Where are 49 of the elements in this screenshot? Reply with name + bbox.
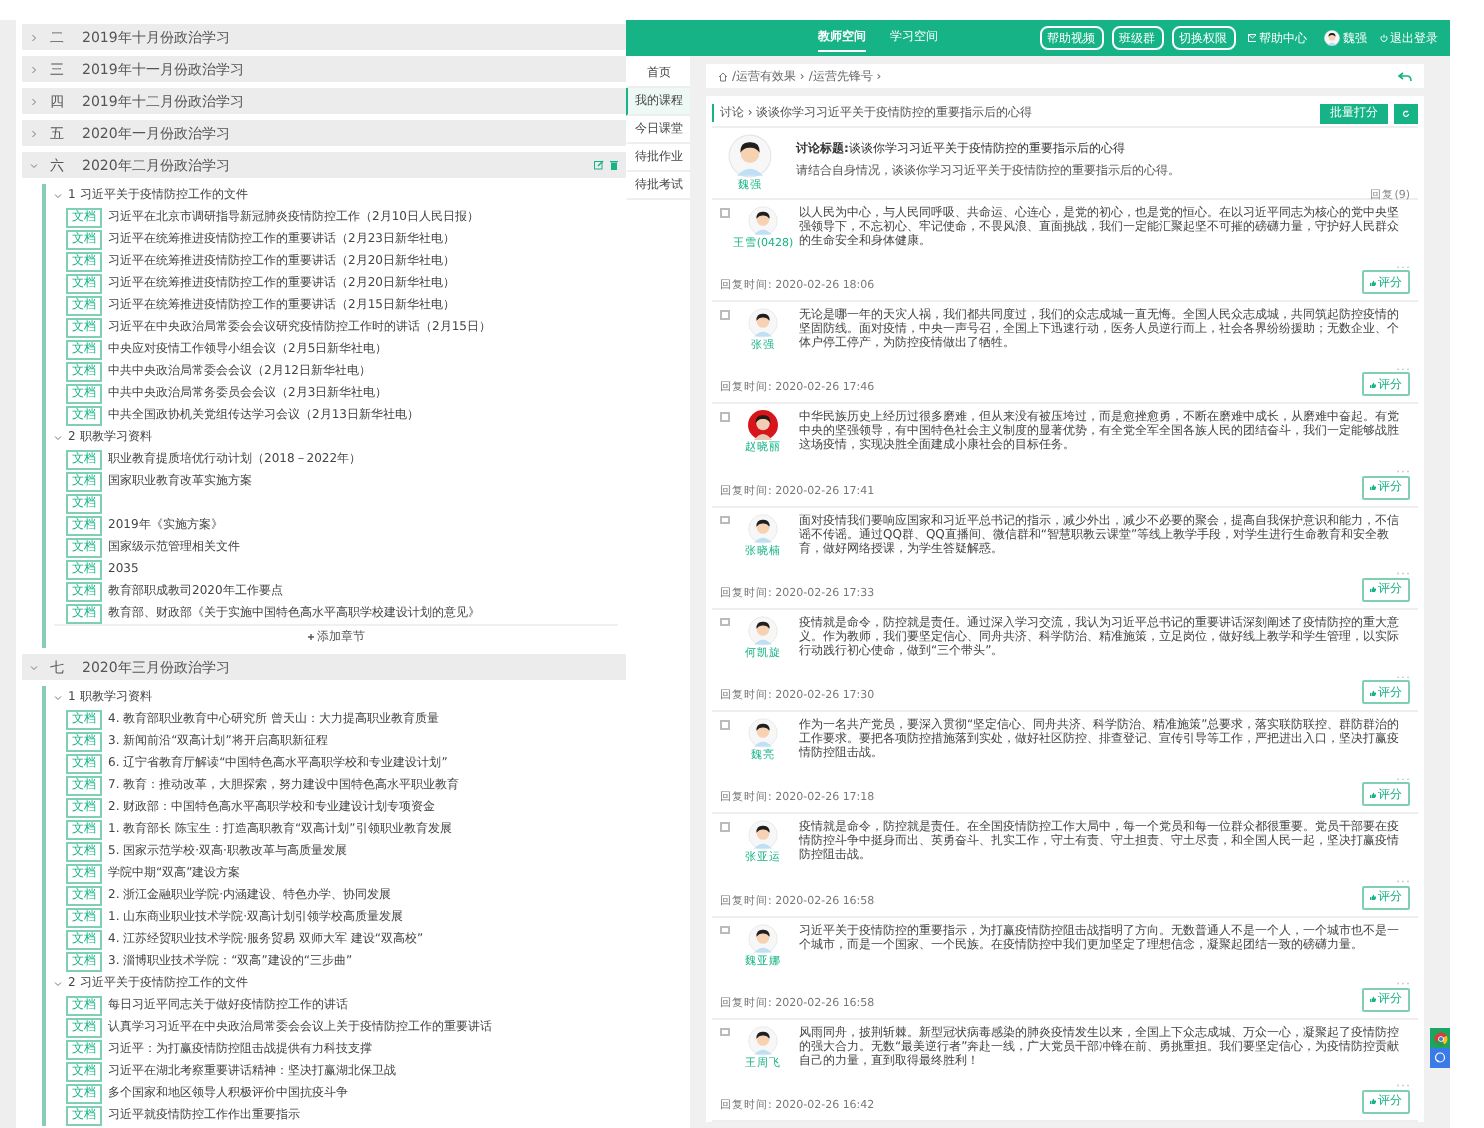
avatar-icon — [728, 134, 772, 178]
edit-icon[interactable] — [594, 160, 604, 170]
thumbs-up-icon — [1370, 484, 1376, 491]
chevron-icon — [54, 693, 62, 701]
thumbs-up-icon — [1370, 689, 1376, 696]
thumbs-up-icon — [1370, 996, 1376, 1003]
select-checkbox[interactable] — [720, 412, 729, 422]
avatar-icon — [748, 615, 778, 646]
select-checkbox[interactable] — [720, 208, 729, 217]
browser-icon[interactable] — [1430, 1028, 1450, 1048]
select-checkbox[interactable] — [720, 515, 729, 525]
avatar-icon — [748, 718, 778, 749]
thumbs-up-icon — [1370, 279, 1376, 286]
chevron-icon — [30, 33, 38, 41]
back-icon[interactable] — [1398, 71, 1412, 81]
thumbs-up-icon — [1370, 586, 1376, 593]
chevron-icon — [30, 65, 38, 73]
plus-icon — [307, 634, 313, 640]
select-checkbox[interactable] — [720, 310, 729, 320]
avatar-icon — [748, 308, 778, 339]
refresh-icon — [1402, 109, 1410, 117]
home-icon[interactable] — [718, 71, 728, 81]
mail-icon — [1247, 34, 1256, 42]
chevron-icon — [54, 191, 62, 199]
avatar-icon — [748, 206, 778, 236]
chat-icon[interactable] — [1430, 1048, 1450, 1068]
avatar-icon — [748, 513, 778, 544]
select-checkbox[interactable] — [720, 617, 729, 627]
thumbs-up-icon — [1370, 791, 1376, 798]
thumbs-up-icon — [1370, 894, 1376, 901]
thumbs-up-icon — [1370, 381, 1376, 388]
thumbs-up-icon — [1370, 1098, 1376, 1105]
avatar-icon — [748, 820, 778, 851]
chevron-icon — [54, 979, 62, 987]
chevron-icon — [30, 161, 38, 169]
refresh-button[interactable] — [1394, 103, 1418, 123]
chevron-icon — [30, 129, 38, 137]
chevron-icon — [54, 433, 62, 441]
power-icon — [1379, 34, 1387, 42]
avatar-icon — [748, 1025, 778, 1056]
select-checkbox[interactable] — [720, 822, 729, 832]
delete-icon[interactable] — [610, 160, 618, 170]
chevron-icon — [30, 97, 38, 105]
chevron-icon — [30, 663, 38, 671]
avatar-icon — [1323, 30, 1339, 46]
avatar-icon — [748, 923, 778, 954]
select-checkbox[interactable] — [720, 720, 729, 730]
select-checkbox[interactable] — [720, 925, 729, 935]
select-checkbox[interactable] — [720, 1027, 729, 1037]
